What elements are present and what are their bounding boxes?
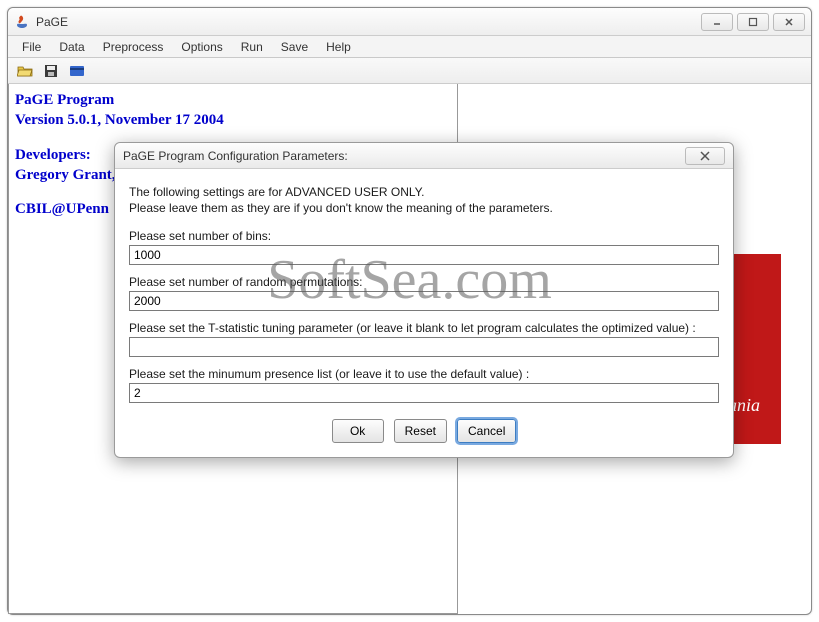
window-controls: [701, 13, 805, 31]
version-line: Version 5.0.1, November 17 2004: [15, 110, 451, 130]
ok-button[interactable]: Ok: [332, 419, 384, 443]
toolbar: [8, 58, 811, 84]
menu-preprocess[interactable]: Preprocess: [95, 38, 172, 56]
bins-input[interactable]: [129, 245, 719, 265]
maximize-button[interactable]: [737, 13, 769, 31]
program-name: PaGE Program: [15, 90, 451, 110]
menu-save[interactable]: Save: [273, 38, 316, 56]
menu-data[interactable]: Data: [51, 38, 92, 56]
dialog-button-row: Ok Reset Cancel: [129, 419, 719, 443]
menu-run[interactable]: Run: [233, 38, 271, 56]
menu-options[interactable]: Options: [173, 38, 230, 56]
save-icon[interactable]: [42, 62, 60, 80]
window-title: PaGE: [36, 15, 68, 29]
perm-label: Please set number of random permutations…: [129, 275, 719, 289]
close-button[interactable]: [773, 13, 805, 31]
notice-line-2: Please leave them as they are if you don…: [129, 201, 719, 215]
java-icon: [14, 14, 30, 30]
titlebar: PaGE: [8, 8, 811, 36]
cancel-button[interactable]: Cancel: [457, 419, 516, 443]
dialog-titlebar: PaGE Program Configuration Parameters:: [115, 143, 733, 169]
menu-file[interactable]: File: [14, 38, 49, 56]
tstat-label: Please set the T-statistic tuning parame…: [129, 321, 719, 335]
form-section: Please set number of bins: Please set nu…: [129, 229, 719, 403]
dialog-close-button[interactable]: [685, 147, 725, 165]
presence-input[interactable]: [129, 383, 719, 403]
perm-input[interactable]: [129, 291, 719, 311]
bins-label: Please set number of bins:: [129, 229, 719, 243]
reset-button[interactable]: Reset: [394, 419, 447, 443]
presence-label: Please set the minumum presence list (or…: [129, 367, 719, 381]
config-dialog: PaGE Program Configuration Parameters: T…: [114, 142, 734, 458]
open-icon[interactable]: [16, 62, 34, 80]
dialog-title: PaGE Program Configuration Parameters:: [123, 149, 348, 163]
menubar: File Data Preprocess Options Run Save He…: [8, 36, 811, 58]
card-icon[interactable]: [68, 62, 86, 80]
menu-help[interactable]: Help: [318, 38, 359, 56]
minimize-button[interactable]: [701, 13, 733, 31]
tstat-input[interactable]: [129, 337, 719, 357]
dialog-body: The following settings are for ADVANCED …: [115, 169, 733, 457]
notice-line-1: The following settings are for ADVANCED …: [129, 185, 719, 199]
